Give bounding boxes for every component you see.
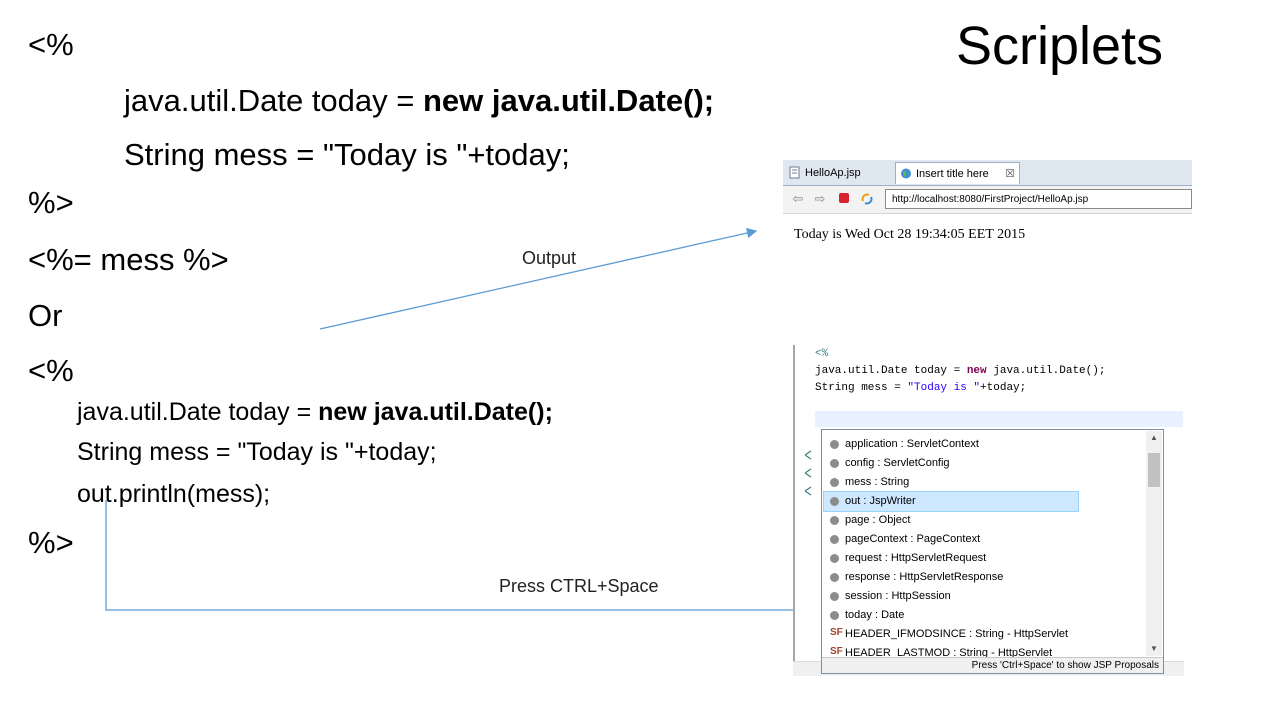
field-icon [830,459,839,468]
proposal-label: mess : String [845,476,910,488]
gutter-markers [804,450,812,496]
field-icon [830,516,839,525]
proposal-scrollbar[interactable]: ▲ ▼ [1146,431,1162,656]
tab-helloap[interactable]: HelloAp.jsp [785,162,895,184]
proposal-item[interactable]: pageContext : PageContext [824,530,1078,549]
close-icon[interactable]: ☒ [1005,163,1015,185]
plain-token: java.util.Date(); [986,365,1106,377]
proposal-item[interactable]: out : JspWriter [823,491,1079,512]
tab-label: HelloAp.jsp [805,167,861,179]
keyword-token: new [966,365,987,377]
proposal-item[interactable]: session : HttpSession [824,587,1078,606]
proposal-item[interactable]: today : Date [824,606,1078,625]
proposal-label: application : ServletContext [845,438,979,450]
proposal-item[interactable]: page : Object [824,511,1078,530]
field-icon [830,611,839,620]
static-field-icon: SF [830,646,843,657]
browser-tab-file-icon [789,166,800,179]
field-icon [830,497,839,506]
editor-open-tag: <% [815,347,828,361]
proposal-label: response : HttpServletResponse [845,571,1004,583]
proposal-label: out : JspWriter [845,495,916,507]
proposal-label: request : HttpServletRequest [845,552,987,564]
field-icon [830,592,839,601]
ctrl-space-arrow [105,500,808,616]
forward-arrow-icon[interactable]: ⇨ [813,192,827,206]
proposal-status-bar: Press 'Ctrl+Space' to show JSP Proposals [822,657,1163,673]
browser-page-output: Today is Wed Oct 28 19:34:05 EET 2015 [794,227,1026,242]
stop-icon[interactable] [837,192,851,206]
scroll-thumb[interactable] [1148,453,1160,487]
globe-icon [901,168,911,179]
browser-window: HelloAp.jsp Insert title here ☒ ⇦ ⇨ http… [783,160,1192,272]
output-arrow [319,227,758,330]
plain-token: java.util.Date today = [815,365,967,377]
browser-nav-bar: ⇦ ⇨ http://localhost:8080/FirstProject/H… [783,186,1192,214]
field-icon [830,478,839,487]
proposal-label: config : ServletConfig [845,457,950,469]
tab-insert-title[interactable]: Insert title here ☒ [895,162,1020,184]
content-assist-popup[interactable]: application : ServletContext config : Ser… [821,429,1164,674]
proposal-label: session : HttpSession [845,590,951,602]
plain-token: +today; [980,382,1027,394]
field-icon [830,554,839,563]
url-input[interactable]: http://localhost:8080/FirstProject/Hello… [885,189,1192,209]
proposal-item[interactable]: mess : String [824,473,1078,492]
scroll-down-arrow-icon[interactable]: ▼ [1146,642,1162,656]
scroll-up-arrow-icon[interactable]: ▲ [1146,431,1162,445]
editor-line-mess: String mess = "Today is "+today; [815,381,1026,395]
editor-gutter [793,345,795,675]
editor-line-date: java.util.Date today = new java.util.Dat… [815,364,1105,378]
string-token: "Today is " [907,382,981,394]
proposal-item[interactable]: SF HEADER_IFMODSINCE : String - HttpServl… [824,625,1078,644]
browser-tab-bar: HelloAp.jsp Insert title here ☒ [783,160,1192,186]
proposal-label: pageContext : PageContext [845,533,981,545]
field-icon [830,573,839,582]
proposal-item[interactable]: request : HttpServletRequest [824,549,1078,568]
tab-label: Insert title here [916,168,989,180]
plain-token: String mess = [815,382,908,394]
current-line-highlight[interactable] [815,411,1183,427]
field-icon [830,535,839,544]
tag-token: <% [815,348,829,360]
proposal-item[interactable]: response : HttpServletResponse [824,568,1078,587]
proposal-label: today : Date [845,609,905,621]
proposal-item[interactable]: config : ServletConfig [824,454,1078,473]
field-icon [830,440,839,449]
proposal-label: page : Object [845,514,911,526]
proposal-label: HEADER_IFMODSINCE : String - HttpServlet [845,628,1069,640]
static-field-icon: SF [830,627,843,638]
refresh-icon[interactable] [860,192,874,206]
back-arrow-icon[interactable]: ⇦ [791,192,805,206]
proposal-item[interactable]: application : ServletContext [824,435,1078,454]
